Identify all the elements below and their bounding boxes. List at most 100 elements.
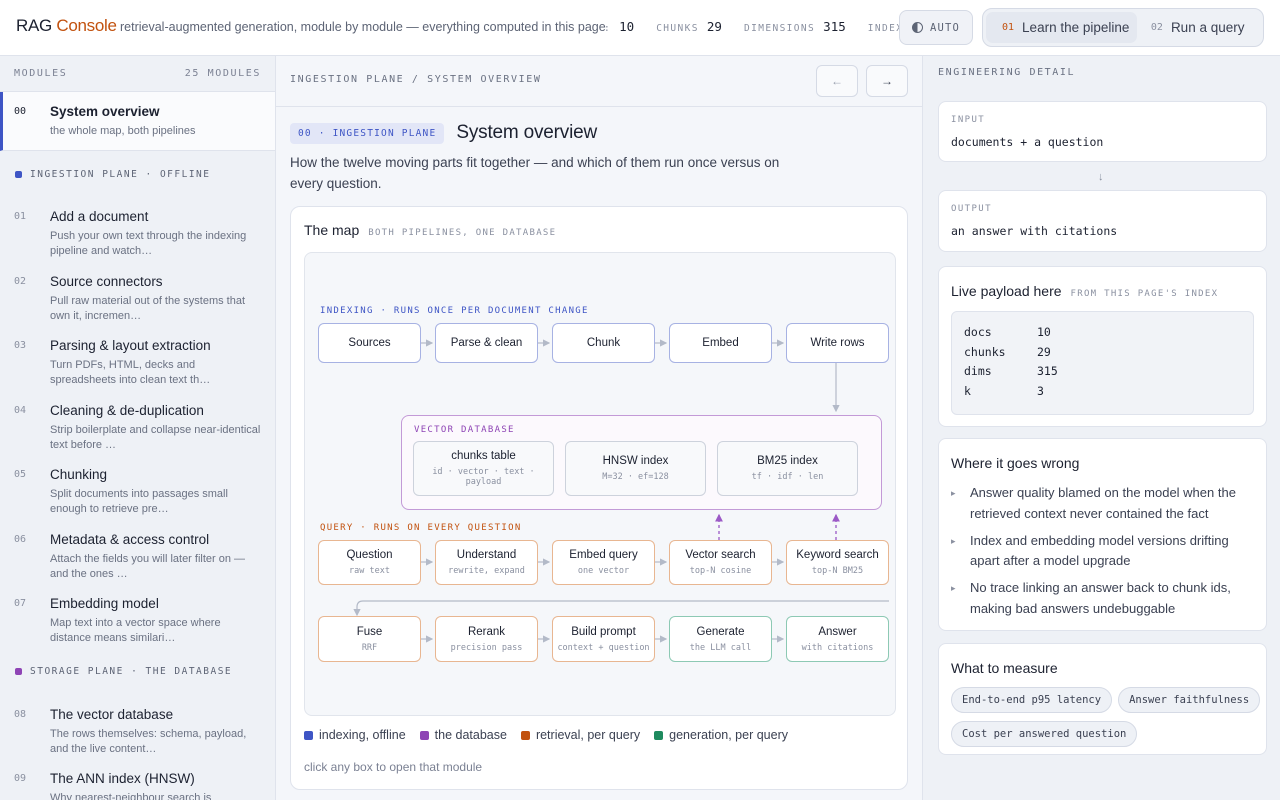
mode-label: Run a query <box>1170 20 1245 35</box>
payload-value: 3 <box>1037 383 1044 398</box>
module-chip: 00 · INGESTION PLANE <box>290 122 445 144</box>
pipeline-map-card: The map BOTH PIPELINES, ONE DATABASE IND… <box>290 206 908 790</box>
stat-dimensions-label: DIMENSIONS <box>743 23 816 34</box>
node-hnsw-index[interactable]: HNSW index M=32 · ef=128 <box>565 441 706 496</box>
node-fuse[interactable]: Fuse RRF <box>318 616 421 662</box>
node-subtitle: RRF <box>361 642 378 653</box>
module-description: Turn PDFs, HTML, decks and spreadsheets … <box>50 359 211 386</box>
metric-pill[interactable]: Answer faithfulness <box>1118 687 1261 713</box>
node-rerank[interactable]: Rerank precision pass <box>435 616 538 662</box>
module-description: the whole map, both pipelines <box>50 125 196 137</box>
node-title: Embed <box>702 337 739 349</box>
query-lane-label: QUERY · RUNS ON EVERY QUESTION <box>320 523 522 533</box>
sidebar-item-chunking[interactable]: 05 Chunking Split documents into passage… <box>0 455 275 520</box>
map-hint: click any box to open that module <box>304 760 483 774</box>
node-title: Answer <box>818 625 857 638</box>
module-number: 08 <box>14 708 27 720</box>
metric-pill[interactable]: End-to-end p95 latency <box>951 687 1113 713</box>
group-label: STORAGE PLANE · THE DATABASE <box>30 666 233 677</box>
node-subtitle: with citations <box>801 642 874 653</box>
output-card: OUTPUT an answer with citations <box>938 190 1267 252</box>
list-item: ▸ Answer quality blamed on the model when… <box>951 483 1256 524</box>
stat-chunks-label: CHUNKS <box>656 23 699 34</box>
module-number: 05 <box>14 469 27 480</box>
brand-logo[interactable]: RAG Console <box>16 16 117 36</box>
mode-run-query[interactable]: 02 Run a query <box>1137 12 1260 43</box>
legend-swatch <box>419 730 429 740</box>
legend-swatch <box>520 730 530 740</box>
node-vector-search[interactable]: Vector search top-N cosine <box>669 540 772 585</box>
node-bm25-index[interactable]: BM25 index tf · idf · len <box>717 441 858 496</box>
page-subtitle: How the twelve moving parts fit together… <box>290 155 780 191</box>
node-embed-query[interactable]: Embed query one vector <box>552 540 655 585</box>
input-card: INPUT documents + a question <box>938 101 1267 162</box>
node-answer[interactable]: Answer with citations <box>786 616 889 662</box>
card-title: What to measure <box>951 660 1058 676</box>
theme-toggle-button[interactable]: AUTO <box>899 10 973 45</box>
payload-row: k 3 <box>964 382 1241 402</box>
payload-key: dims <box>964 364 992 378</box>
indexing-lane-label: INDEXING · RUNS ONCE PER DOCUMENT CHANGE <box>320 306 589 316</box>
sidebar-module-count: 25 MODULES <box>184 68 261 79</box>
payload-key: chunks <box>964 344 1006 359</box>
node-title: Fuse <box>356 625 383 638</box>
node-understand[interactable]: Understand rewrite, expand <box>435 540 538 585</box>
node-subtitle: rewrite, expand <box>448 566 525 576</box>
node-title: Generate <box>696 625 745 638</box>
node-title: Keyword search <box>796 549 879 561</box>
node-title: Build prompt <box>571 625 636 638</box>
metric-pill[interactable]: Cost per answered question <box>951 721 1138 747</box>
metrics-card: What to measure End-to-end p95 latency A… <box>938 643 1267 755</box>
sidebar-item-vector-database[interactable]: 08 The vector database The rows themselv… <box>0 695 275 760</box>
engineering-detail-panel: ENGINEERING DETAIL INPUT documents + a q… <box>922 56 1280 800</box>
metrics-pills: End-to-end p95 latency Answer faithfulne… <box>951 687 1261 747</box>
map-legend: indexing, offline the database retrieval… <box>304 728 788 742</box>
sidebar-item-embedding-model[interactable]: 07 Embedding model Map text into a vecto… <box>0 584 275 649</box>
legend-swatch <box>304 730 313 740</box>
node-build-prompt[interactable]: Build prompt context + question <box>552 616 655 662</box>
sidebar-item-source-connectors[interactable]: 02 Source connectors Pull raw material o… <box>0 262 275 327</box>
sidebar-title: MODULES <box>14 68 68 79</box>
panel-title: ENGINEERING DETAIL <box>938 67 1076 78</box>
legend-label: retrieval, per query <box>535 728 641 742</box>
breadcrumb: INGESTION PLANE / SYSTEM OVERVIEW <box>290 74 542 85</box>
node-chunks-table[interactable]: chunks table id · vector · text · payloa… <box>413 441 554 496</box>
payload-value: 10 <box>1037 325 1051 339</box>
next-module-button[interactable]: → <box>866 65 908 97</box>
mode-learn-pipeline[interactable]: 01 Learn the pipeline <box>986 12 1137 43</box>
list-item-text: Answer quality blamed on the model when … <box>970 485 1236 521</box>
module-description: Map text into a vector space where dista… <box>50 617 221 644</box>
node-generate[interactable]: Generate the LLM call <box>669 616 772 662</box>
node-write-rows[interactable]: Write rows <box>786 323 889 363</box>
module-title: Cleaning & de-duplication <box>50 402 204 418</box>
node-subtitle: the LLM call <box>689 642 752 653</box>
node-title: chunks table <box>451 450 516 462</box>
payload-row: chunks 29 <box>964 343 1241 363</box>
sidebar-item-system-overview[interactable]: 00 System overview the whole map, both p… <box>0 92 275 151</box>
node-question[interactable]: Question raw text <box>318 540 421 585</box>
prev-module-button[interactable]: ← <box>816 65 858 97</box>
node-keyword-search[interactable]: Keyword search top-N BM25 <box>786 540 889 585</box>
module-number: 09 <box>14 773 27 784</box>
card-title: Live payload here <box>951 283 1062 299</box>
sidebar-item-parsing[interactable]: 03 Parsing & layout extraction Turn PDFs… <box>0 326 275 391</box>
modules-sidebar: MODULES 25 MODULES 00 System overview th… <box>0 56 276 800</box>
sidebar-item-cleaning[interactable]: 04 Cleaning & de-duplication Strip boile… <box>0 391 275 456</box>
mode-number: 02 <box>1150 22 1163 33</box>
node-embed[interactable]: Embed <box>669 323 772 363</box>
node-parse-clean[interactable]: Parse & clean <box>435 323 538 363</box>
module-number: 00 <box>14 106 27 117</box>
list-item-text: No trace linking an answer back to chunk… <box>970 580 1231 616</box>
node-chunk[interactable]: Chunk <box>552 323 655 363</box>
legend-swatch <box>654 730 664 740</box>
node-sources[interactable]: Sources <box>318 323 421 363</box>
legend-item-database: the database <box>419 728 507 742</box>
sidebar-item-add-document[interactable]: 01 Add a document Push your own text thr… <box>0 197 275 262</box>
sidebar-item-metadata[interactable]: 06 Metadata & access control Attach the … <box>0 520 275 585</box>
module-number: 06 <box>14 533 27 545</box>
sidebar-item-ann-index[interactable]: 09 The ANN index (HNSW) Why nearest-neig… <box>0 759 275 800</box>
node-subtitle: M=32 · ef=128 <box>602 472 669 482</box>
card-title: Where it goes wrong <box>951 455 1080 471</box>
map-title: The map <box>304 222 360 238</box>
list-item: ▸ Index and embedding model versions drif… <box>951 531 1256 572</box>
